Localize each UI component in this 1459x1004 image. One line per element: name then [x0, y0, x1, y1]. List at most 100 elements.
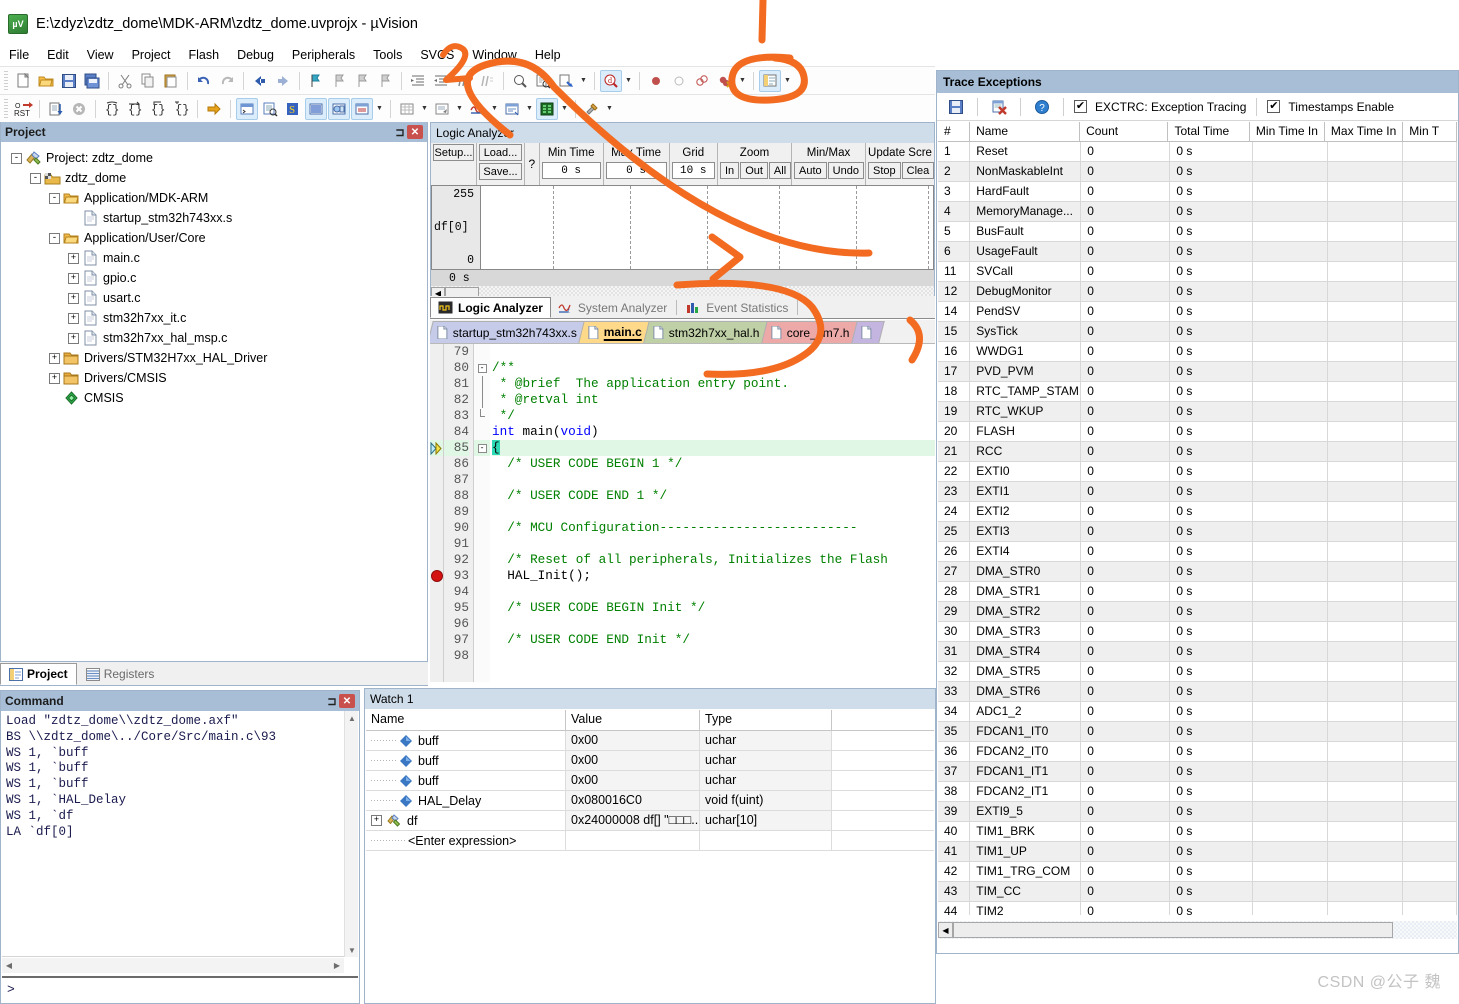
menu-debug[interactable]: Debug	[228, 46, 283, 64]
editor-fold-cell[interactable]	[474, 600, 490, 616]
trace-row[interactable]: 30 DMA_STR3 0 0 s	[938, 622, 1457, 642]
trace-row[interactable]: 38 FDCAN2_IT1 0 0 s	[938, 782, 1457, 802]
save-icon[interactable]	[58, 70, 80, 92]
watch-row-name[interactable]: + df	[366, 811, 566, 830]
expand-icon[interactable]: +	[68, 252, 79, 264]
editor-code-line[interactable]	[492, 344, 935, 360]
trace-row[interactable]: 4 MemoryManage... 0 0 s	[938, 202, 1457, 222]
collapse-icon[interactable]: -	[49, 232, 60, 244]
editor-code-line[interactable]: int main(void)	[492, 424, 935, 440]
menu-project[interactable]: Project	[123, 46, 180, 64]
cut-icon[interactable]	[114, 70, 136, 92]
editor-fold-cell[interactable]	[474, 536, 490, 552]
editor-gutter-cell[interactable]	[430, 376, 443, 392]
watch-row[interactable]: <Enter expression>	[366, 831, 934, 851]
clear-trace-icon[interactable]	[988, 96, 1010, 118]
system-viewer-icon[interactable]	[536, 97, 558, 120]
editor-fold-cell[interactable]	[474, 552, 490, 568]
expand-icon[interactable]: +	[371, 815, 382, 826]
pin-icon[interactable]: ⊐	[325, 694, 339, 708]
watch-row-value[interactable]: 0x24000008 df[] "□□□...	[566, 811, 700, 830]
editor-fold-cell[interactable]: -	[474, 360, 490, 376]
editor-code-line[interactable]: /* USER CODE END Init */	[492, 632, 935, 648]
tab-event-statistics[interactable]: Event Statistics	[679, 297, 795, 318]
trace-row[interactable]: 11 SVCall 0 0 s	[938, 262, 1457, 282]
la-help-button[interactable]: ?	[527, 157, 537, 171]
editor-code-line[interactable]	[492, 472, 935, 488]
tab-system-analyzer[interactable]: t System Analyzer	[551, 297, 674, 318]
editor-fold-cell[interactable]	[474, 568, 490, 584]
paste-icon[interactable]	[160, 70, 182, 92]
menu-file[interactable]: File	[0, 46, 38, 64]
indent-icon[interactable]	[407, 70, 429, 92]
editor-breakpoint-gutter[interactable]	[430, 344, 444, 682]
la-minmax-auto-button[interactable]: Auto	[794, 162, 827, 179]
watch-row-name[interactable]: HAL_Delay	[366, 791, 566, 810]
editor-code-line[interactable]: * @brief The application entry point.	[492, 376, 935, 392]
editor-code-line[interactable]: */	[492, 408, 935, 424]
reset-icon[interactable]: O RST	[12, 98, 34, 120]
watch-row-value[interactable]: 0x00	[566, 731, 700, 750]
tab-logic-analyzer[interactable]: Logic Analyzer	[430, 297, 551, 318]
watch-row-name[interactable]: buff	[366, 771, 566, 790]
editor-fold-cell[interactable]	[474, 488, 490, 504]
watch-row-value[interactable]: 0x00	[566, 751, 700, 770]
redo-icon[interactable]	[216, 70, 238, 92]
incremental-find-icon[interactable]	[532, 70, 554, 92]
scroll-down-icon[interactable]: ▼	[345, 943, 359, 957]
project-tree-item[interactable]: - zdtz_dome	[7, 168, 427, 188]
editor-fold-cell[interactable]	[474, 648, 490, 664]
menu-svcs[interactable]: SVCS	[411, 46, 463, 64]
editor-gutter-cell[interactable]	[430, 456, 443, 472]
la-zoom-in-button[interactable]: In	[720, 162, 740, 179]
trace-row[interactable]: 42 TIM1_TRG_COM 0 0 s	[938, 862, 1457, 882]
command-vertical-scrollbar[interactable]: ▲ ▼	[344, 711, 358, 957]
run-to-cursor-icon[interactable]: {}	[170, 98, 192, 120]
editor-code-line[interactable]: * @retval int	[492, 392, 935, 408]
save-all-icon[interactable]	[81, 70, 103, 92]
collapse-icon[interactable]: -	[30, 172, 41, 184]
la-grid-value[interactable]: 10 s	[671, 162, 715, 179]
trace-row[interactable]: 20 FLASH 0 0 s	[938, 422, 1457, 442]
editor-tab[interactable]: startup_stm32h743xx.s	[430, 321, 590, 343]
editor-fold-cell[interactable]	[474, 616, 490, 632]
run-icon[interactable]	[45, 98, 67, 120]
debug-settings-dropdown-arrow-icon[interactable]: ▼	[604, 98, 615, 120]
editor-gutter-cell[interactable]	[430, 568, 443, 584]
trace-row[interactable]: 29 DMA_STR2 0 0 s	[938, 602, 1457, 622]
bookmark-toggle-icon[interactable]	[305, 70, 327, 92]
project-tree-item[interactable]: + stm32h7xx_hal_msp.c	[7, 328, 427, 348]
trace-row[interactable]: 43 TIM_CC 0 0 s	[938, 882, 1457, 902]
editor-fold-cell[interactable]	[474, 632, 490, 648]
trace-row[interactable]: 5 BusFault 0 0 s	[938, 222, 1457, 242]
menu-tools[interactable]: Tools	[364, 46, 411, 64]
trace-row[interactable]: 3 HardFault 0 0 s	[938, 182, 1457, 202]
trace-row[interactable]: 16 WWDG1 0 0 s	[938, 342, 1457, 362]
editor-gutter-cell[interactable]	[430, 360, 443, 376]
stop-icon[interactable]	[68, 98, 90, 120]
editor-fold-cell[interactable]	[474, 392, 490, 408]
close-icon[interactable]: ✕	[407, 125, 423, 139]
timestamps-checkbox[interactable]: ✔	[1267, 100, 1281, 113]
serial-window-icon[interactable]	[431, 98, 453, 120]
expand-icon[interactable]: +	[68, 312, 79, 324]
memory-window-icon[interactable]	[396, 98, 418, 120]
watch-enter-expression[interactable]: <Enter expression>	[408, 834, 516, 848]
analysis-windows-icon[interactable]: t	[466, 98, 488, 120]
system-viewer-dropdown-arrow-icon[interactable]: ▼	[559, 98, 570, 120]
watch-row-name[interactable]: buff	[366, 731, 566, 750]
editor-gutter-cell[interactable]	[430, 648, 443, 664]
trace-windows-icon[interactable]	[501, 98, 523, 120]
scroll-up-icon[interactable]: ▲	[345, 711, 359, 725]
trace-row[interactable]: 18 RTC_TAMP_STAM... 0 0 s	[938, 382, 1457, 402]
debug-settings-icon[interactable]	[581, 98, 603, 120]
editor-code-line[interactable]	[492, 504, 935, 520]
project-tree-item[interactable]: - Project: zdtz_dome	[7, 148, 427, 168]
editor-gutter-cell[interactable]	[430, 600, 443, 616]
tab-registers[interactable]: Registers	[77, 663, 164, 685]
editor-fold-cell[interactable]	[474, 472, 490, 488]
watch-row-name[interactable]: <Enter expression>	[366, 831, 566, 850]
menu-edit[interactable]: Edit	[38, 46, 78, 64]
la-max-time-value[interactable]: 0 s	[605, 162, 667, 179]
editor-gutter-cell[interactable]	[430, 632, 443, 648]
